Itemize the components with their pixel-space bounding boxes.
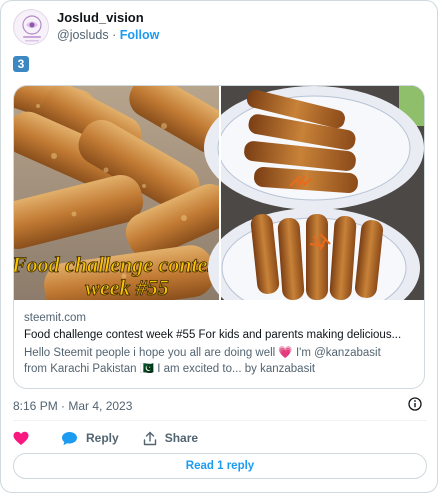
plate-top (204, 86, 424, 210)
card-description: Hello Steemit people i hope you all are … (24, 345, 404, 377)
reply-bubble-icon (62, 431, 77, 445)
card-image: Food challenge contest week #55 (14, 86, 424, 300)
card-text: steemit.com Food challenge contest week … (24, 312, 414, 377)
like-button[interactable] (13, 431, 37, 446)
follow-link[interactable]: Follow (120, 28, 160, 42)
author-name[interactable]: Joslud_vision (57, 10, 144, 25)
divider (13, 420, 427, 421)
share-label: Share (164, 431, 199, 445)
heart-icon (13, 431, 29, 445)
author-handle-line: @josluds · Follow (57, 28, 159, 42)
separator: · (112, 28, 117, 42)
share-button[interactable]: Share (143, 431, 198, 446)
tweet-actions: Reply Share (13, 429, 222, 447)
author-handle[interactable]: @josluds (57, 28, 109, 42)
read-replies-button[interactable]: Read 1 reply (13, 453, 427, 479)
avatar[interactable] (13, 9, 49, 45)
card-description-line2: from Karachi Pakistan 🇵🇰 I am excited to… (24, 363, 316, 375)
reply-label: Reply (86, 431, 119, 445)
card-description-line1: Hello Steemit people i hope you all are … (24, 347, 381, 359)
link-card[interactable]: Food challenge contest week #55 steemit.… (13, 85, 425, 389)
image-caption-line1: Food challenge contest (14, 252, 223, 277)
tweet-timestamp[interactable]: 8:16 PM · Mar 4, 2023 (13, 399, 132, 413)
image-caption-line2: week #55 (85, 275, 169, 300)
keycap-number-badge: 3 (13, 56, 29, 72)
reply-button[interactable]: Reply (61, 431, 119, 446)
share-upload-icon (143, 431, 156, 445)
avatar-logo-icon (15, 11, 48, 44)
info-icon[interactable] (408, 397, 422, 411)
card-title: Food challenge contest week #55 For kids… (24, 329, 402, 341)
tweet-embed: Joslud_vision @josluds · Follow 3 Food c… (0, 0, 438, 493)
card-domain: steemit.com (24, 312, 86, 324)
